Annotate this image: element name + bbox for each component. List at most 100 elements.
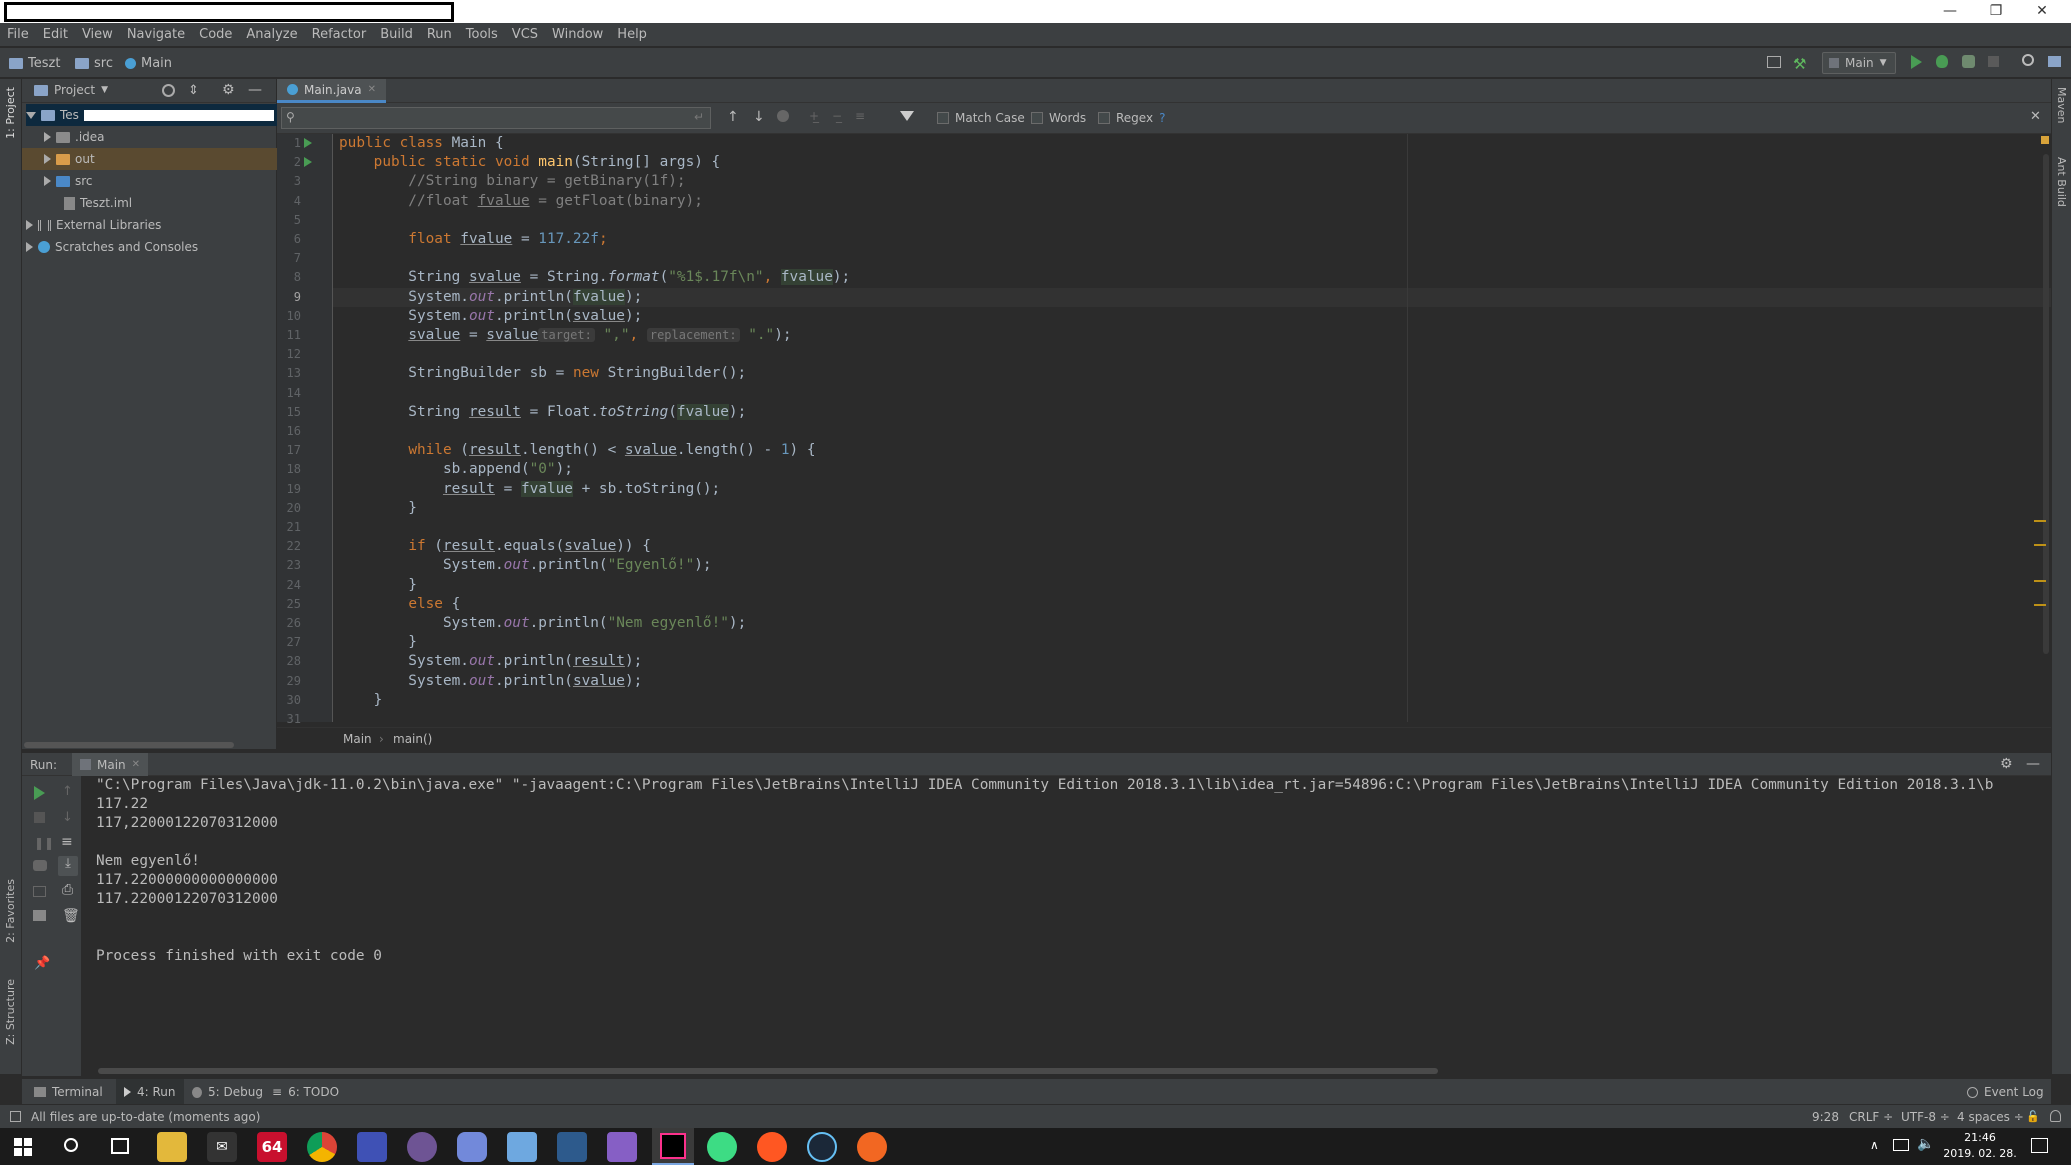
tab-main-java[interactable]: Main.java ✕ bbox=[277, 79, 386, 103]
discord-icon[interactable] bbox=[457, 1132, 487, 1162]
menu-edit[interactable]: Edit bbox=[36, 23, 75, 47]
app-icon[interactable]: ✉ bbox=[207, 1132, 237, 1162]
chrome-icon[interactable] bbox=[307, 1132, 337, 1162]
terminal-tool-button[interactable]: Terminal bbox=[34, 1085, 103, 1099]
file-encoding[interactable]: UTF-8 ÷ bbox=[1901, 1110, 1950, 1124]
collapse-all-icon[interactable]: ⇕ bbox=[188, 83, 199, 98]
file-explorer-icon[interactable] bbox=[157, 1132, 187, 1162]
menu-analyze[interactable]: Analyze bbox=[239, 23, 304, 47]
select-occurrences-icon[interactable]: ≡ bbox=[855, 109, 865, 123]
trash-icon[interactable]: 🗑 bbox=[62, 908, 80, 924]
aida64-icon[interactable]: 64 bbox=[257, 1132, 287, 1162]
task-view-icon[interactable] bbox=[111, 1138, 129, 1154]
app-icon[interactable] bbox=[557, 1132, 587, 1162]
layout-icon[interactable] bbox=[33, 910, 46, 921]
caret-position[interactable]: 9:28 bbox=[1812, 1110, 1839, 1124]
tree-item-external-libraries[interactable]: External Libraries bbox=[26, 214, 161, 236]
analysis-indicator-icon[interactable] bbox=[2041, 136, 2049, 144]
menu-tools[interactable]: Tools bbox=[459, 23, 505, 47]
breadcrumb-src[interactable]: src bbox=[75, 48, 113, 78]
line-separator[interactable]: CRLF ÷ bbox=[1849, 1110, 1893, 1124]
status-icon[interactable] bbox=[10, 1111, 21, 1122]
up-arrow-icon[interactable]: ↑ bbox=[62, 784, 73, 799]
gear-icon[interactable]: ⚙ bbox=[222, 82, 235, 98]
console-output[interactable]: "C:\Program Files\Java\jdk-11.0.2\bin\ja… bbox=[82, 776, 2051, 1076]
menu-build[interactable]: Build bbox=[373, 23, 420, 47]
regex-help-icon[interactable]: ? bbox=[1159, 111, 1165, 125]
intellij-taskbar-active[interactable] bbox=[652, 1128, 694, 1165]
camera-icon[interactable] bbox=[33, 860, 47, 871]
inspector-icon[interactable] bbox=[2050, 1110, 2061, 1122]
words-checkbox[interactable]: Words bbox=[1031, 111, 1086, 125]
notification-icon[interactable] bbox=[2031, 1138, 2048, 1153]
previous-occurrence-icon[interactable]: ↑ bbox=[727, 109, 739, 125]
code-editor[interactable]: 1 2 3 4 5 6 7 8 9 10 11 12 13 14 15 16 17 18 19 20 21 22 23 24 2… bbox=[277, 134, 2051, 726]
debug-tool-button[interactable]: 5: Debug bbox=[192, 1085, 263, 1099]
next-occurrence-icon[interactable]: ↓ bbox=[753, 109, 765, 125]
console-horizontal-scrollbar[interactable] bbox=[98, 1068, 1438, 1074]
hide-panel-icon[interactable]: — bbox=[2026, 756, 2040, 772]
event-log-button[interactable]: Event Log bbox=[1967, 1085, 2044, 1099]
menu-refactor[interactable]: Refactor bbox=[305, 23, 374, 47]
filter-icon[interactable] bbox=[900, 111, 914, 121]
lock-icon[interactable]: 🔓 bbox=[2026, 1110, 2040, 1123]
close-tab-icon[interactable]: ✕ bbox=[132, 759, 140, 770]
structure-icon[interactable] bbox=[2048, 56, 2061, 67]
run-tool-button[interactable]: 4: Run bbox=[116, 1079, 184, 1104]
crumb-class[interactable]: Main bbox=[343, 732, 372, 746]
exit-icon[interactable] bbox=[33, 886, 46, 897]
regex-checkbox[interactable]: Regex? bbox=[1098, 111, 1165, 125]
history-icon[interactable]: ↵ bbox=[694, 110, 704, 124]
tree-item-idea[interactable]: .idea bbox=[44, 126, 105, 148]
ant-build-tool-button[interactable]: Ant Build bbox=[2055, 157, 2068, 207]
github-icon[interactable] bbox=[407, 1132, 437, 1162]
volume-icon[interactable]: 🔈 bbox=[1917, 1136, 1934, 1152]
run-icon[interactable] bbox=[1911, 55, 1922, 69]
stop-icon[interactable] bbox=[1988, 56, 1999, 67]
tree-item-iml[interactable]: Teszt.iml bbox=[64, 192, 132, 214]
horizontal-scrollbar[interactable] bbox=[24, 742, 234, 748]
favorites-tool-button[interactable]: 2: Favorites bbox=[4, 879, 17, 943]
run-class-icon[interactable] bbox=[304, 138, 312, 148]
indent-setting[interactable]: 4 spaces ÷ bbox=[1957, 1110, 2024, 1124]
match-case-checkbox[interactable]: Match Case bbox=[937, 111, 1025, 125]
tree-item-out[interactable]: out bbox=[22, 148, 277, 170]
stop-icon[interactable] bbox=[34, 812, 45, 823]
breadcrumb-main[interactable]: Main bbox=[125, 48, 172, 78]
menu-file[interactable]: File bbox=[0, 23, 36, 47]
origin-icon[interactable] bbox=[857, 1132, 887, 1162]
network-icon[interactable] bbox=[1893, 1139, 1909, 1151]
menu-window[interactable]: Window bbox=[545, 23, 610, 47]
search-input[interactable]: ⚲ ↵ bbox=[281, 107, 711, 129]
select-all-icon[interactable] bbox=[777, 110, 789, 122]
save-app-icon[interactable] bbox=[357, 1132, 387, 1162]
windows-start-icon[interactable] bbox=[14, 1138, 32, 1156]
search-icon[interactable] bbox=[64, 1138, 78, 1152]
editor-scrollbar[interactable] bbox=[2043, 154, 2049, 654]
visual-studio-icon[interactable] bbox=[607, 1132, 637, 1162]
run-method-icon[interactable] bbox=[304, 157, 312, 167]
structure-tool-button[interactable]: Z: Structure bbox=[4, 979, 17, 1045]
remove-occurrence-icon[interactable]: −̲ bbox=[832, 109, 842, 123]
todo-tool-button[interactable]: ≡ 6: TODO bbox=[272, 1085, 339, 1099]
run-config-dropdown[interactable]: Main ▼ bbox=[1822, 52, 1896, 74]
rerun-icon[interactable] bbox=[34, 786, 45, 800]
scroll-to-end-icon[interactable]: ⤓ bbox=[58, 856, 78, 876]
close-button[interactable]: ✕ bbox=[2019, 0, 2065, 23]
menu-help[interactable]: Help bbox=[610, 23, 654, 47]
add-occurrence-icon[interactable]: +̲ bbox=[809, 109, 819, 123]
maven-tool-button[interactable]: Maven bbox=[2055, 87, 2068, 123]
app-icon[interactable] bbox=[507, 1132, 537, 1162]
clock-date[interactable]: 2019. 02. 28. bbox=[1938, 1147, 2022, 1160]
pin-icon[interactable]: 📌 bbox=[34, 956, 50, 971]
soft-wrap-icon[interactable]: ≡ bbox=[61, 834, 73, 850]
menu-view[interactable]: View bbox=[75, 23, 120, 47]
restore-button[interactable]: ❐ bbox=[1973, 0, 2019, 23]
menu-code[interactable]: Code bbox=[192, 23, 239, 47]
breadcrumb-project[interactable]: Teszt bbox=[9, 48, 60, 78]
minimize-button[interactable]: — bbox=[1927, 0, 1973, 23]
build-hammer-icon[interactable]: ⚒ bbox=[1793, 55, 1806, 73]
coverage-icon[interactable] bbox=[1962, 55, 1975, 68]
pause-icon[interactable]: ❚❚ bbox=[34, 836, 54, 850]
close-find-icon[interactable]: ✕ bbox=[2030, 109, 2041, 124]
